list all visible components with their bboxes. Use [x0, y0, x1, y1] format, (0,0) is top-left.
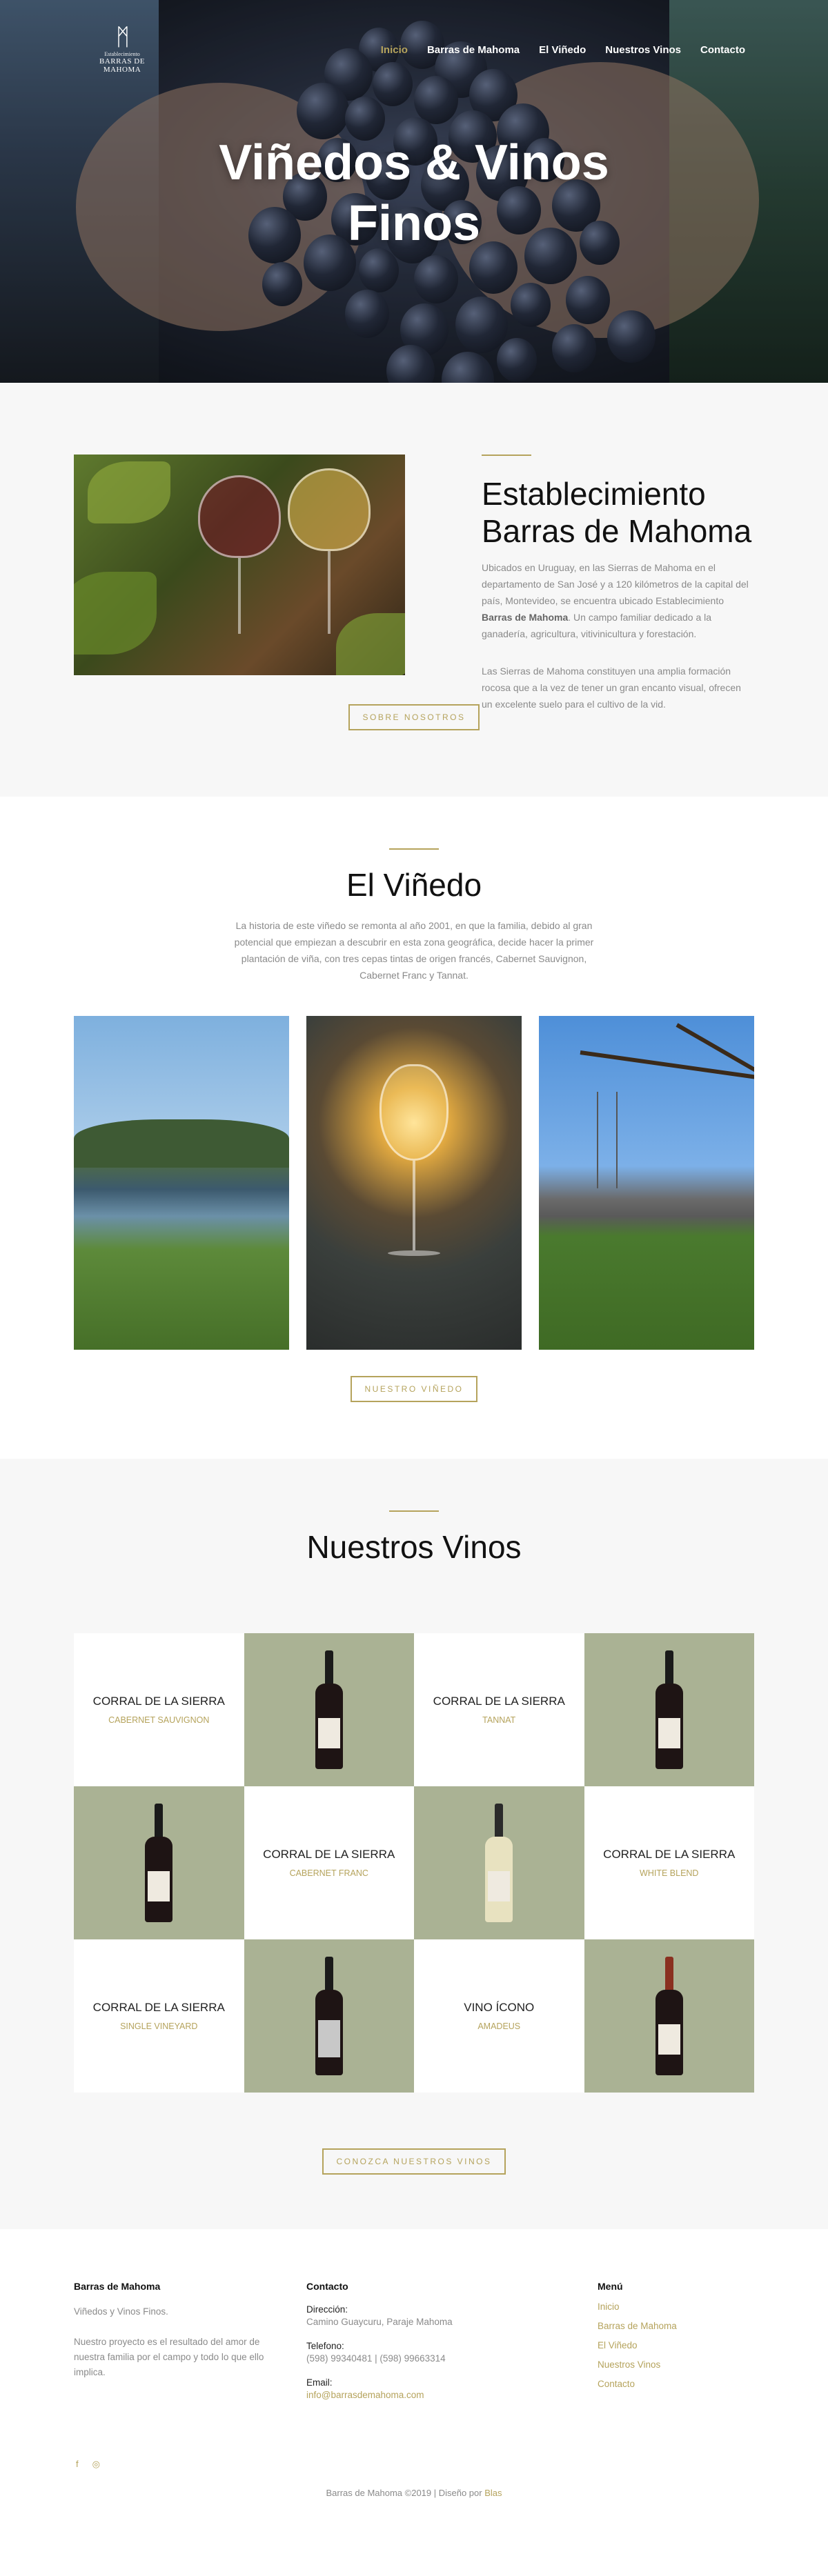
- about-title-line2: Barras de Mahoma: [482, 513, 752, 549]
- main-nav: Inicio Barras de Mahoma El Viñedo Nuestr…: [381, 44, 745, 56]
- about-text-block: Establecimiento Barras de Mahoma Ubicado…: [482, 455, 753, 712]
- nav-item-barras-de-mahoma[interactable]: Barras de Mahoma: [427, 44, 520, 56]
- wine-name: CORRAL DE LA SIERRA: [92, 2001, 225, 2014]
- about-p1-bold: Barras de Mahoma: [482, 612, 569, 623]
- wine-name: CORRAL DE LA SIERRA: [433, 1695, 565, 1708]
- wines-title: Nuestros Vinos: [306, 1529, 522, 1565]
- wine-variety: AMADEUS: [477, 2021, 521, 2031]
- hero-title-line1: Viñedos & Vinos: [219, 135, 609, 190]
- wines-grid: CORRAL DE LA SIERRA CABERNET SAUVIGNON C…: [74, 1633, 754, 2093]
- wine-bottle-image: [145, 1804, 173, 1922]
- footer-menu-barras-de-mahoma[interactable]: Barras de Mahoma: [598, 2321, 677, 2331]
- address-label: Dirección:: [306, 2304, 348, 2315]
- wine-name: CORRAL DE LA SIERRA: [263, 1848, 395, 1861]
- logo-mark: ᛗ: [115, 25, 130, 50]
- footer-menu: Menú Inicio Barras de Mahoma El Viñedo N…: [598, 2281, 749, 2398]
- instagram-icon[interactable]: ◎: [92, 2459, 100, 2470]
- wine-bottle-tannat[interactable]: [584, 1633, 754, 1786]
- wine-name: CORRAL DE LA SIERRA: [92, 1695, 225, 1708]
- wine-bottle-white-blend[interactable]: [414, 1786, 584, 1939]
- footer-contact-title: Contacto: [306, 2281, 348, 2292]
- wines-header: Nuestros Vinos: [0, 1510, 828, 1566]
- wine-bottle-cabernet-franc[interactable]: [74, 1786, 244, 1939]
- about-title-line1: Establecimiento: [482, 476, 706, 512]
- footer-description: Nuestro proyecto es el resultado del amo…: [74, 2337, 264, 2377]
- vineyard-text: La historia de este viñedo se remonta al…: [234, 920, 594, 981]
- wine-card-tannat[interactable]: CORRAL DE LA SIERRA TANNAT: [414, 1633, 584, 1786]
- footer-tagline: Viñedos y Vinos Finos.: [74, 2306, 168, 2317]
- wine-variety: WHITE BLEND: [640, 1868, 699, 1878]
- site-logo[interactable]: ᛗ Establecimiento BARRAS DE MAHOMA: [81, 25, 163, 74]
- email-link[interactable]: info@barrasdemahoma.com: [306, 2390, 424, 2400]
- about-section: Establecimiento Barras de Mahoma Ubicado…: [0, 383, 828, 797]
- wine-bottle-image: [485, 1804, 513, 1922]
- phone-label: Telefono:: [306, 2341, 344, 2351]
- about-title: Establecimiento Barras de Mahoma: [482, 475, 753, 550]
- copyright-text: Barras de Mahoma ©2019 | Diseño por: [326, 2488, 485, 2498]
- copyright: Barras de Mahoma ©2019 | Diseño por Blas: [0, 2488, 828, 2498]
- designer-credit-link[interactable]: Blas: [484, 2488, 502, 2498]
- wine-bottle-image: [655, 1957, 683, 2075]
- wine-bottle-image: [315, 1650, 343, 1769]
- address-value: Camino Guaycuru, Paraje Mahoma: [306, 2317, 453, 2327]
- site-footer: Barras de Mahoma Viñedos y Vinos Finos. …: [0, 2229, 828, 2576]
- wine-card-single-vineyard[interactable]: CORRAL DE LA SIERRA SINGLE VINEYARD: [74, 1939, 244, 2093]
- wine-glass-photo: [306, 1016, 522, 1350]
- gold-divider: [482, 455, 531, 456]
- footer-menu-inicio[interactable]: Inicio: [598, 2302, 620, 2312]
- discover-wines-button[interactable]: CONOZCA NUESTROS VINOS: [322, 2148, 506, 2175]
- about-p1-before: Ubicados en Uruguay, en las Sierras de M…: [482, 562, 749, 606]
- email-label: Email:: [306, 2377, 333, 2388]
- phone-value: (598) 99340481 | (598) 99663314: [306, 2353, 446, 2364]
- wine-bottle-amadeus[interactable]: [584, 1939, 754, 2093]
- wine-card-white-blend[interactable]: CORRAL DE LA SIERRA WHITE BLEND: [584, 1786, 754, 1939]
- wine-variety: CABERNET FRANC: [289, 1868, 368, 1878]
- wine-glasses-photo: [74, 455, 405, 675]
- windmill-photo: [539, 1016, 754, 1350]
- wine-variety: CABERNET SAUVIGNON: [108, 1715, 210, 1725]
- wine-bottle-cabernet-sauvignon[interactable]: [244, 1633, 414, 1786]
- wine-name: VINO ÍCONO: [464, 2001, 535, 2014]
- hero-title-line2: Finos: [348, 196, 480, 251]
- footer-menu-contacto[interactable]: Contacto: [598, 2379, 635, 2389]
- our-vineyard-button[interactable]: NUESTRO VIÑEDO: [351, 1376, 477, 1402]
- nav-item-inicio[interactable]: Inicio: [381, 44, 408, 56]
- nav-item-nuestros-vinos[interactable]: Nuestros Vinos: [605, 44, 681, 56]
- footer-about: Barras de Mahoma Viñedos y Vinos Finos. …: [74, 2281, 281, 2380]
- wine-name: CORRAL DE LA SIERRA: [603, 1848, 736, 1861]
- wine-variety: SINGLE VINEYARD: [120, 2021, 198, 2031]
- gold-divider: [389, 1510, 439, 1512]
- about-us-button[interactable]: SOBRE NOSOTROS: [348, 704, 480, 730]
- wine-card-cabernet-franc[interactable]: CORRAL DE LA SIERRA CABERNET FRANC: [244, 1786, 414, 1939]
- gold-divider: [389, 848, 439, 850]
- vineyard-section: El Viñedo La historia de este viñedo se …: [0, 797, 828, 1459]
- lake-photo: [74, 1016, 289, 1350]
- wine-bottle-image: [315, 1957, 343, 2075]
- footer-contact: Contacto Dirección: Camino Guaycuru, Par…: [306, 2281, 527, 2403]
- vineyard-title: El Viñedo: [346, 867, 482, 903]
- footer-menu-el-vinedo[interactable]: El Viñedo: [598, 2340, 638, 2350]
- hero: ᛗ Establecimiento BARRAS DE MAHOMA Inici…: [0, 0, 828, 383]
- wine-bottle-single-vineyard[interactable]: [244, 1939, 414, 2093]
- nav-item-contacto[interactable]: Contacto: [700, 44, 745, 56]
- logo-small-text: Establecimiento: [104, 51, 140, 57]
- nav-item-el-vinedo[interactable]: El Viñedo: [539, 44, 586, 56]
- wine-variety: TANNAT: [482, 1715, 516, 1725]
- footer-brand-title: Barras de Mahoma: [74, 2281, 161, 2292]
- wine-card-amadeus[interactable]: VINO ÍCONO AMADEUS: [414, 1939, 584, 2093]
- logo-big-text: BARRAS DE MAHOMA: [99, 57, 145, 74]
- facebook-icon[interactable]: f: [76, 2459, 79, 2470]
- wine-bottle-image: [655, 1650, 683, 1769]
- wine-card-cabernet-sauvignon[interactable]: CORRAL DE LA SIERRA CABERNET SAUVIGNON: [74, 1633, 244, 1786]
- wines-section: Nuestros Vinos CORRAL DE LA SIERRA CABER…: [0, 1459, 828, 2229]
- footer-menu-title: Menú: [598, 2281, 623, 2292]
- footer-menu-nuestros-vinos[interactable]: Nuestros Vinos: [598, 2359, 660, 2370]
- hero-title: Viñedos & Vinos Finos: [0, 132, 828, 254]
- social-links: f ◎: [76, 2459, 100, 2470]
- about-paragraph-1: Ubicados en Uruguay, en las Sierras de M…: [482, 559, 753, 642]
- vineyard-header: El Viñedo La historia de este viñedo se …: [0, 848, 828, 984]
